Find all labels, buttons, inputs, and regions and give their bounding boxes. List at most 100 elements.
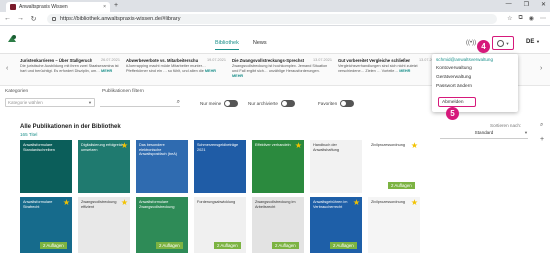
book-title: Schmerzensgeldbeträge 2021 bbox=[197, 143, 239, 152]
category-select[interactable]: Kategorie wählen ▼ bbox=[5, 98, 95, 107]
close-window-icon[interactable]: ✕ bbox=[541, 1, 546, 8]
book-card[interactable]: Handbuch der Anwaltshaftung bbox=[310, 140, 362, 193]
toggle-only-mine[interactable]: Nur meine bbox=[200, 100, 239, 107]
app-logo-icon[interactable] bbox=[6, 33, 18, 45]
news-item[interactable]: Abwerbeverbote vs. Mitarbeiterschutz 19.… bbox=[126, 58, 226, 84]
browser-tab[interactable]: Anwaltspraxis Wissen × bbox=[6, 2, 110, 12]
book-card[interactable]: Anwaltsgebühren im Verbraucherrecht ★ 2 Au… bbox=[310, 197, 362, 253]
ticker-prev-icon[interactable]: ‹ bbox=[6, 65, 8, 72]
logout-menu-item[interactable]: Abmelden bbox=[438, 97, 476, 107]
search-icon[interactable]: ⌕ bbox=[177, 99, 180, 106]
forward-icon[interactable]: → bbox=[17, 15, 24, 22]
chevron-down-icon: ▼ bbox=[88, 100, 92, 105]
editions-badge[interactable]: 2 Auflagen bbox=[156, 242, 183, 249]
broadcast-icon[interactable]: ((•)) bbox=[466, 40, 476, 46]
language-selector[interactable]: DE ▼ bbox=[526, 39, 540, 45]
chevron-down-icon: ▼ bbox=[505, 40, 510, 46]
user-menu-button[interactable]: ▼ bbox=[492, 36, 514, 50]
address-bar[interactable]: https://bibliothek.anwaltspraxis-wissen.… bbox=[47, 13, 498, 24]
favorite-star-icon[interactable]: ★ bbox=[353, 199, 360, 207]
add-icon[interactable]: + bbox=[540, 136, 544, 143]
book-card[interactable]: Schmerzensgeldbeträge 2021 bbox=[194, 140, 246, 193]
menu-item-devices[interactable]: Gerätverwaltung bbox=[436, 75, 514, 80]
site-favicon-icon bbox=[10, 4, 16, 10]
book-title: Anwaltsformulare Strafrecht bbox=[23, 200, 53, 209]
favorite-star-icon[interactable]: ★ bbox=[121, 199, 128, 207]
book-title: Das besondere elektronische Anwaltspostf… bbox=[139, 143, 177, 157]
favorite-star-icon[interactable]: ★ bbox=[63, 199, 70, 207]
favorite-star-icon[interactable]: ★ bbox=[411, 199, 418, 207]
publication-filter-label: Publikationen filtern bbox=[102, 89, 144, 94]
ticker-next-icon[interactable]: › bbox=[540, 65, 542, 72]
favorite-star-icon[interactable]: ★ bbox=[295, 142, 302, 150]
more-icon[interactable]: ⋯ bbox=[540, 15, 546, 22]
profile-icon[interactable]: ◉ bbox=[529, 15, 534, 22]
toggle-switch[interactable] bbox=[224, 100, 239, 107]
sort-select[interactable]: Standard ▼ bbox=[440, 130, 528, 139]
book-title: Handbuch der Anwaltshaftung bbox=[313, 143, 339, 152]
new-tab-icon[interactable]: + bbox=[114, 2, 118, 9]
favorite-star-icon[interactable]: ☆ bbox=[507, 15, 512, 22]
book-title: Zivilprozessordnung bbox=[371, 200, 405, 204]
book-card[interactable]: Zivilprozessordnung ★ bbox=[368, 197, 420, 253]
editions-badge[interactable]: 2 Auflagen bbox=[214, 242, 241, 249]
maximize-icon[interactable]: ❐ bbox=[524, 1, 529, 8]
toggle-favorites[interactable]: Favoriten bbox=[318, 100, 355, 107]
main-tabs: Bibliothek News bbox=[215, 40, 267, 50]
book-card[interactable]: Anwaltsformulare Strafrecht ★ 2 Auflagen bbox=[20, 197, 72, 253]
book-card[interactable]: Effektiver verhandeln ★ bbox=[252, 140, 304, 193]
publication-search-input[interactable]: ⌕ bbox=[100, 98, 180, 107]
book-title: Zivilprozessordnung bbox=[371, 143, 405, 147]
tab-close-icon[interactable]: × bbox=[103, 4, 106, 10]
book-title: Zwangsvollstreckung im Arbeitsrecht bbox=[255, 200, 296, 209]
tab-news[interactable]: News bbox=[253, 40, 267, 50]
library-title: Alle Publikationen in der Bibliothek bbox=[20, 124, 121, 130]
book-title: Effektiver verhandeln bbox=[255, 143, 291, 147]
tab-bibliothek[interactable]: Bibliothek bbox=[215, 40, 239, 50]
book-title: Digitalisierung erfolgreich umsetzen bbox=[81, 143, 124, 152]
chevron-down-icon: ▼ bbox=[536, 39, 540, 44]
toggle-only-archived[interactable]: Nur archivierte bbox=[248, 100, 295, 107]
book-card[interactable]: Digitalisierung erfolgreich umsetzen ★ bbox=[78, 140, 130, 193]
toggle-switch[interactable] bbox=[340, 100, 355, 107]
favorite-star-icon[interactable]: ★ bbox=[411, 142, 418, 150]
toggle-switch[interactable] bbox=[280, 100, 295, 107]
user-avatar-icon bbox=[496, 39, 504, 47]
chevron-down-icon: ▼ bbox=[524, 130, 528, 135]
collections-icon[interactable]: ⧉ bbox=[518, 15, 522, 22]
book-card[interactable]: Anwaltsformulare Standardschreiben bbox=[20, 140, 72, 193]
editions-badge[interactable]: 2 Auflagen bbox=[388, 182, 415, 189]
step-marker-5: 5 bbox=[446, 107, 459, 120]
browser-tab-title: Anwaltspraxis Wissen bbox=[19, 4, 68, 10]
book-card[interactable]: Forderungsabwicklung 2 Auflagen bbox=[194, 197, 246, 253]
step-marker-4: 4 bbox=[477, 40, 490, 53]
zoom-search-icon[interactable]: ⌕ bbox=[540, 122, 543, 129]
editions-badge[interactable]: 2 Auflagen bbox=[330, 242, 357, 249]
book-card[interactable]: Zwangsvollstreckung im Arbeitsrecht 2 Auf… bbox=[252, 197, 304, 253]
minimize-icon[interactable]: — bbox=[506, 1, 512, 8]
browser-tabbar: Anwaltspraxis Wissen × + — ❐ ✕ bbox=[0, 0, 550, 12]
sort-label: Sortieren nach: bbox=[490, 123, 522, 128]
news-item[interactable]: Gut vorbereitet Vergleiche schließen 13.… bbox=[338, 58, 438, 84]
window-controls: — ❐ ✕ bbox=[506, 1, 546, 8]
library-count: 165 Titel bbox=[20, 132, 38, 137]
reload-icon[interactable]: ↻ bbox=[30, 15, 37, 23]
news-item[interactable]: Die Zwangsvollstreckungs-Sprechstunde mi… bbox=[232, 58, 332, 84]
editions-badge[interactable]: 2 Auflagen bbox=[40, 242, 67, 249]
book-card[interactable]: Anwaltsformulare Zwangsvollstreckung 2 Au… bbox=[136, 197, 188, 253]
app-header: Bibliothek News ((•)) ▼ DE ▼ bbox=[0, 26, 550, 54]
book-title: Forderungsabwicklung bbox=[197, 200, 236, 204]
menu-item-account[interactable]: Kontoverwaltung bbox=[436, 66, 514, 71]
dropdown-username: schmid@anwaltsverwaltung bbox=[436, 57, 494, 62]
book-card[interactable]: Zwangsvollstreckung effizient ★ bbox=[78, 197, 130, 253]
menu-item-password[interactable]: Passwort ändern bbox=[436, 84, 514, 89]
book-card[interactable]: Zivilprozessordnung ★ 2 Auflagen bbox=[368, 140, 420, 193]
back-icon[interactable]: ← bbox=[4, 15, 11, 22]
favorite-star-icon[interactable]: ★ bbox=[121, 142, 128, 150]
book-title: Anwaltsgebühren im Verbraucherrecht bbox=[313, 200, 348, 209]
url-text: https://bibliothek.anwaltspraxis-wissen.… bbox=[60, 15, 181, 22]
book-card[interactable]: Das besondere elektronische Anwaltspostf… bbox=[136, 140, 188, 193]
news-item[interactable]: Juristenkarrieren – Über Stallgeruch und… bbox=[20, 58, 120, 84]
editions-badge[interactable]: 2 Auflagen bbox=[272, 242, 299, 249]
book-title: Anwaltsformulare Standardschreiben bbox=[23, 143, 55, 152]
